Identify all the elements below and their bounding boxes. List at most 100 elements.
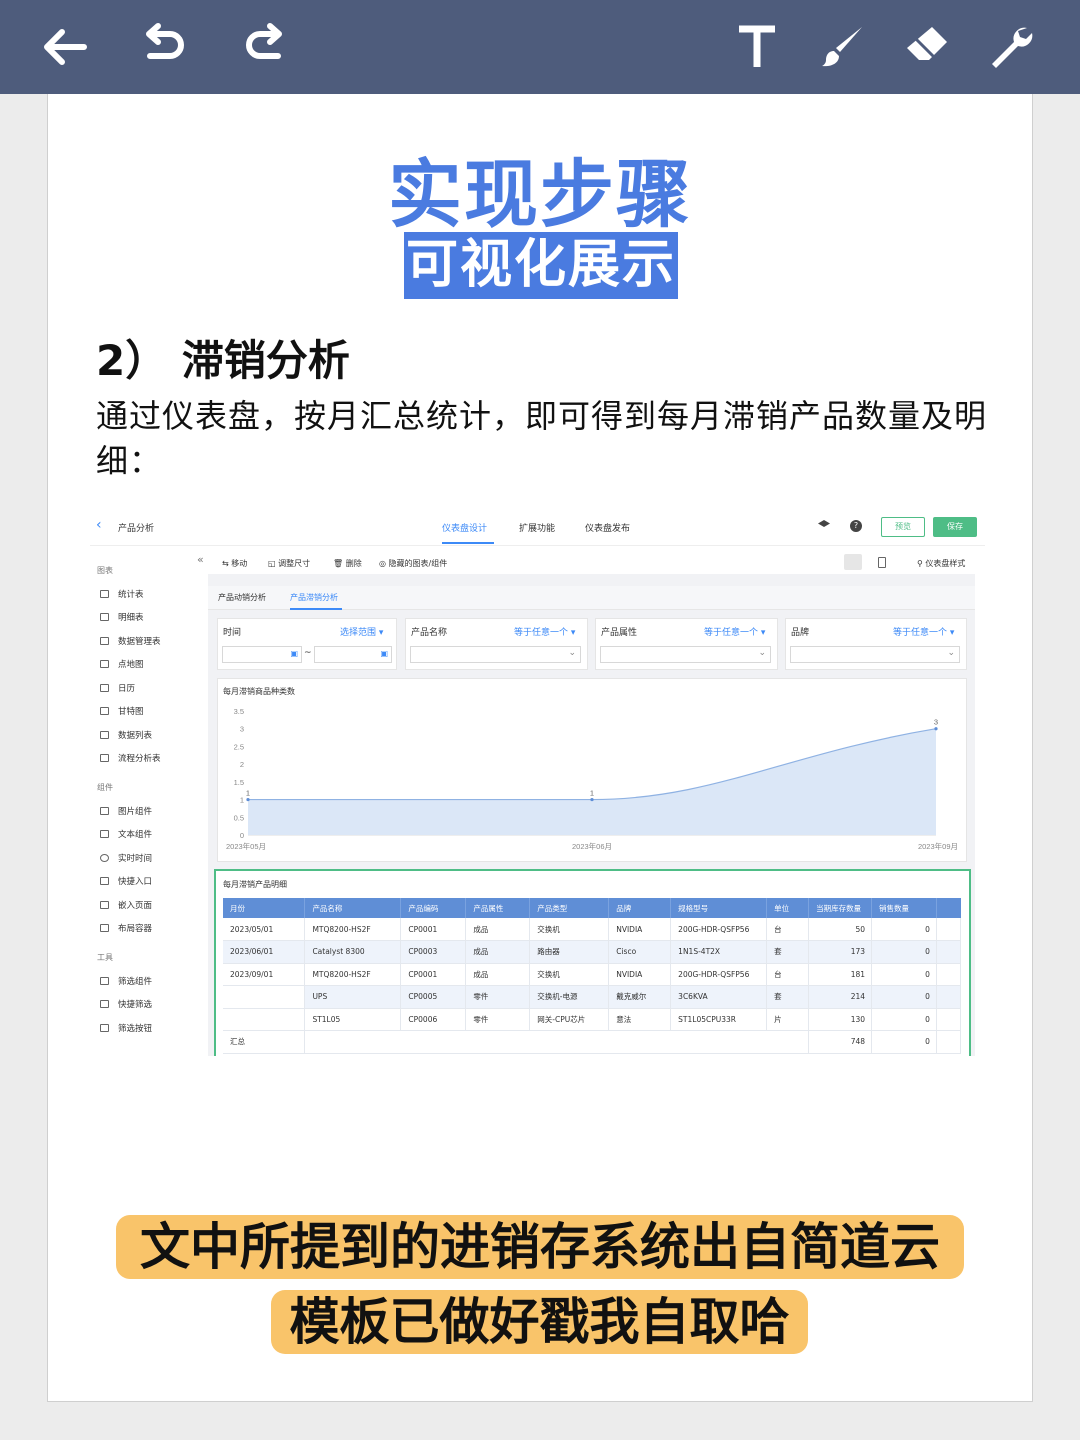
filter-icon xyxy=(100,977,109,985)
delete-tool[interactable]: 🗑 删除 xyxy=(333,558,362,569)
cell-product-name: MTQ8200-HS2F xyxy=(304,918,402,941)
text-tool-icon[interactable] xyxy=(732,22,782,72)
desktop-view-icon[interactable] xyxy=(844,554,862,570)
mobile-view-icon[interactable] xyxy=(878,557,886,568)
table-row[interactable]: ST1L05 CP0006 零件 网关-CPU芯片 意法 ST1L05CPU33… xyxy=(223,1008,962,1031)
table-total-row: 汇总 748 0 xyxy=(223,1030,962,1054)
sidebar-item-label: 布局容器 xyxy=(118,924,153,934)
delete-label: 删除 xyxy=(345,559,362,568)
cell-product-type: 交换机-电源 xyxy=(529,985,610,1009)
filter-mode[interactable]: 等于任意一个 ▾ xyxy=(704,625,765,638)
back-arrow-icon[interactable] xyxy=(40,22,90,72)
product-attr-select[interactable]: ⌄ xyxy=(600,646,771,663)
sidebar-item-gantt[interactable]: 甘特图 xyxy=(100,705,144,717)
eraser-tool-icon[interactable] xyxy=(902,22,952,72)
sidebar-item-stat-table[interactable]: 统计表 xyxy=(100,588,144,600)
sidebar-item-filter-button[interactable]: 筛选按钮 xyxy=(100,1022,152,1034)
table-row[interactable]: 2023/05/01 MTQ8200-HS2F CP0001 成品 交换机 NV… xyxy=(223,918,962,941)
resize-tool[interactable]: ◱ 调整尺寸 xyxy=(268,558,310,569)
filter-label: 品牌 xyxy=(791,628,810,638)
sidebar-item-data-mgmt[interactable]: 数据管理表 xyxy=(100,635,161,647)
x-tick-label: 2023年06月 xyxy=(572,841,612,851)
table-row[interactable]: 2023/06/01 Catalyst 8300 CP0003 成品 路由器 C… xyxy=(223,940,962,964)
date-end-input[interactable]: ▣ xyxy=(314,646,392,663)
hidden-charts-tool[interactable]: ◎ 隐藏的图表/组件 xyxy=(379,558,447,569)
total-spacer xyxy=(304,1030,810,1054)
tab-dashboard-design[interactable]: 仪表盘设计 xyxy=(442,521,487,534)
product-name-select[interactable]: ⌄ xyxy=(410,646,581,663)
tab-extensions[interactable]: 扩展功能 xyxy=(519,521,555,534)
editor-toolbar xyxy=(0,0,1080,94)
promo-banner-line2[interactable]: 模板已做好戳我自取哈 xyxy=(271,1290,808,1354)
move-tool[interactable]: ⇆ 移动 xyxy=(222,558,247,569)
sidebar-item-shortcut[interactable]: 快捷入口 xyxy=(100,875,152,887)
cell-month xyxy=(223,985,306,1009)
sidebar-item-text[interactable]: 文本组件 xyxy=(100,828,152,840)
sidebar-item-embed[interactable]: 嵌入页面 xyxy=(100,899,152,911)
tab-sales-analysis[interactable]: 产品动销分析 xyxy=(218,592,266,603)
chevron-down-icon: ⌄ xyxy=(758,648,766,658)
wrench-tool-icon[interactable] xyxy=(986,22,1036,72)
filter-mode[interactable]: 选择范围 ▾ xyxy=(340,625,383,638)
dashboard-screenshot: ‹ 产品分析 仪表盘设计 扩展功能 仪表盘发布 ? 预览 保存 图表 统计表 明… xyxy=(90,508,985,1056)
preview-button[interactable]: 预览 xyxy=(881,517,925,537)
filter-mode-label: 等于任意一个 xyxy=(514,628,569,638)
col-brand: 品牌 xyxy=(608,898,672,918)
data-point xyxy=(934,727,938,731)
table-icon xyxy=(100,613,109,621)
sidebar-item-layout[interactable]: 布局容器 xyxy=(100,922,152,934)
cell-product-code: CP0001 xyxy=(400,918,467,941)
sidebar-item-filter[interactable]: 筛选组件 xyxy=(100,975,152,987)
back-chevron-icon[interactable]: ‹ xyxy=(96,518,102,532)
promo-banner-line1: 文中所提到的进销存系统出自简道云 xyxy=(116,1215,964,1279)
sidebar-section-components: 组件 xyxy=(97,783,113,792)
sidebar-item-data-list[interactable]: 数据列表 xyxy=(100,729,152,741)
area-chart: 00.511.522.533.512023年05月12023年06月32023年… xyxy=(226,707,958,851)
calendar-icon: ▣ xyxy=(380,649,388,658)
cell-unit: 套 xyxy=(766,985,810,1009)
filter-mode[interactable]: 等于任意一个 ▾ xyxy=(893,625,954,638)
sidebar-item-point-map[interactable]: 点地图 xyxy=(100,658,144,670)
sidebar-item-calendar[interactable]: 日历 xyxy=(100,682,135,694)
brand-select[interactable]: ⌄ xyxy=(790,646,960,663)
cell-sales: 0 xyxy=(871,918,937,941)
layout-icon xyxy=(100,924,109,932)
cell-product-type: 路由器 xyxy=(529,940,610,964)
redo-icon[interactable] xyxy=(238,22,288,72)
dashboard-style-button[interactable]: ⚲ 仪表盘样式 xyxy=(917,558,965,569)
cell-product-attr: 成品 xyxy=(465,940,531,964)
tab-slow-moving-analysis[interactable]: 产品滞销分析 xyxy=(290,592,338,603)
table-header-row: 月份 产品名称 产品编码 产品属性 产品类型 品牌 规格型号 单位 当期库存数量… xyxy=(223,898,961,918)
cell-sales: 0 xyxy=(871,985,937,1009)
brush-tool-icon[interactable] xyxy=(818,22,868,72)
quick-filter-icon xyxy=(100,1000,109,1008)
table-row[interactable]: UPS CP0005 零件 交换机-电源 戴克威尔 3C6KVA 套 214 0 xyxy=(223,985,962,1009)
app-back-label[interactable]: 产品分析 xyxy=(118,521,154,534)
sub-title: 可视化展示 xyxy=(404,232,678,299)
graduation-cap-icon[interactable] xyxy=(818,520,830,527)
filter-mode[interactable]: 等于任意一个 ▾ xyxy=(514,625,575,638)
tab-dashboard-publish[interactable]: 仪表盘发布 xyxy=(585,521,630,534)
sidebar-item-image[interactable]: 图片组件 xyxy=(100,805,152,817)
save-button[interactable]: 保存 xyxy=(933,517,977,537)
sidebar-item-flow-table[interactable]: 流程分析表 xyxy=(100,752,161,764)
sidebar-item-label: 快捷筛选 xyxy=(118,1000,153,1010)
table-title: 每月滞销产品明细 xyxy=(223,880,287,889)
filter-mode-label: 等于任意一个 xyxy=(704,628,759,638)
sidebar-item-detail-table[interactable]: 明细表 xyxy=(100,611,144,623)
collapse-sidebar-icon[interactable]: « xyxy=(197,553,204,566)
detail-table: 月份 产品名称 产品编码 产品属性 产品类型 品牌 规格型号 单位 当期库存数量… xyxy=(223,898,962,1054)
sidebar-item-quick-filter[interactable]: 快捷筛选 xyxy=(100,998,152,1010)
cell-unit: 片 xyxy=(766,1008,810,1031)
cell-brand: 戴克威尔 xyxy=(608,985,672,1009)
col-product-type: 产品类型 xyxy=(529,898,610,918)
sidebar-item-clock[interactable]: 实时时间 xyxy=(100,852,152,864)
cell-model: 1N1S-4T2X xyxy=(670,940,768,964)
date-start-input[interactable]: ▣ xyxy=(222,646,302,663)
table-row[interactable]: 2023/09/01 MTQ8200-HS2F CP0001 成品 交换机 NV… xyxy=(223,963,962,986)
total-stock: 748 xyxy=(808,1030,873,1054)
sidebar-item-label: 日历 xyxy=(118,684,136,694)
undo-icon[interactable] xyxy=(140,22,190,72)
help-icon[interactable]: ? xyxy=(850,520,862,532)
filter-time: 时间 选择范围 ▾ ▣ ~ ▣ xyxy=(217,618,397,670)
